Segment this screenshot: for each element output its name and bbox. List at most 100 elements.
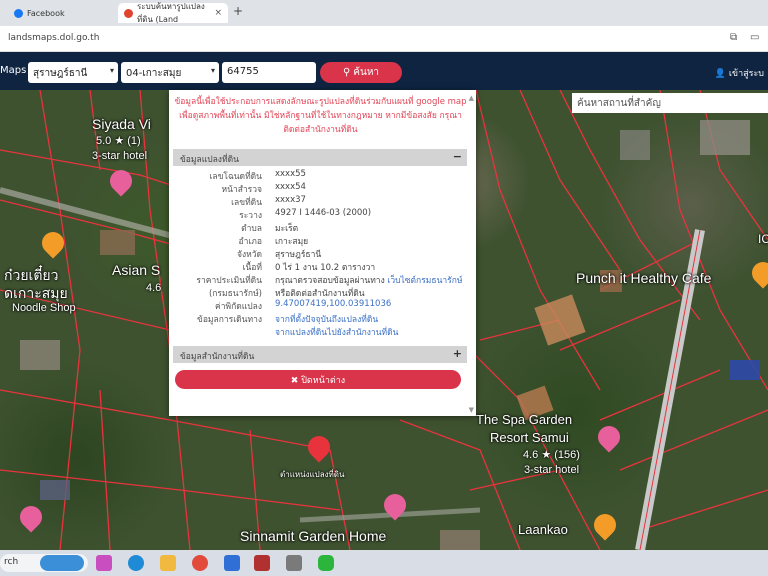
detail-key: ข้อมูลการเดินทาง — [197, 315, 262, 325]
tab-landsmaps[interactable]: ระบบค้นหารูปแปลงที่ดิน (Land × — [118, 2, 228, 24]
detail-row: อำเภอ เกาะสมุย — [173, 234, 467, 247]
parcel-section-header[interactable]: ข้อมูลแปลงที่ดิน − — [173, 149, 467, 166]
facebook-icon — [14, 8, 23, 18]
detail-row: เนื้อที่ 0 ไร่ 1 งาน 10.2 ตารางวา — [173, 260, 467, 273]
detail-row: เลขโฉนดที่ดิน xxxx55 — [173, 169, 467, 182]
directions-to-parcel-link[interactable]: จากที่ตั้งปัจจุบันถึงแปลงที่ดิน — [275, 312, 378, 326]
scroll-down-icon[interactable]: ▼ — [469, 406, 474, 414]
copilot-icon[interactable] — [96, 555, 112, 571]
detail-value: กรุณาตรวจสอบข้อมูลผ่านทาง เว็บไซต์กรมธนา… — [275, 273, 462, 287]
detail-row: ค่าพิกัดแปลง 9.47007419,100.03911036 — [173, 299, 467, 312]
district-value: 04-เกาะสมุย — [126, 68, 182, 79]
line-icon[interactable] — [318, 555, 334, 571]
parcel-number-input[interactable]: 64755 — [222, 62, 316, 83]
detail-key: จังหวัด — [236, 250, 262, 260]
app-toolbar: Maps สุราษฎร์ธานี ▾ 04-เกาะสมุย ▾ 64755 … — [0, 52, 768, 90]
tab-label: Facebook — [27, 8, 65, 18]
province-select[interactable]: สุราษฎร์ธานี ▾ — [28, 62, 118, 83]
detail-row: (กรมธนารักษ์) หรือติดต่อสำนักงานที่ดิน — [173, 286, 467, 299]
detail-key: ตำบล — [241, 224, 262, 234]
detail-key: เนื้อที่ — [242, 263, 262, 273]
detail-row: จังหวัด สุราษฎร์ธานี — [173, 247, 467, 260]
map-pin-icon — [124, 8, 133, 18]
search-icon: ⚲ — [342, 67, 351, 78]
land-office-section-header[interactable]: ข้อมูลสำนักงานที่ดิน + — [173, 346, 467, 363]
detail-key: หน้าสำรวจ — [221, 185, 262, 195]
taskbar-search-text: rch — [4, 557, 19, 567]
detail-value: มะเร็ต — [275, 224, 299, 234]
detail-row: ระวาง 4927 I 1446-03 (2000) — [173, 208, 467, 221]
os-taskbar: rch — [0, 550, 768, 576]
map-label: Resort Samui — [490, 430, 569, 445]
district-select[interactable]: 04-เกาะสมุย ▾ — [121, 62, 219, 83]
landmark-search-input[interactable]: ค้นหาสถานที่สำคัญ — [572, 93, 768, 113]
collapse-icon[interactable]: − — [453, 150, 462, 163]
detail-key: (กรมธนารักษ์) — [208, 289, 262, 299]
close-tab-icon[interactable]: × — [214, 8, 222, 18]
map-label: Laankao — [518, 522, 568, 537]
detail-key: ระวาง — [239, 211, 262, 221]
map-label: 3-star hotel — [524, 464, 580, 476]
detail-row: ตำบล มะเร็ต — [173, 221, 467, 234]
map-label: Sinnamit Garden Home — [240, 528, 387, 544]
window-icon[interactable]: ▭ — [750, 32, 759, 43]
treasury-website-link[interactable]: เว็บไซต์กรมธนารักษ์ — [387, 276, 462, 286]
detail-value-text: กรุณาตรวจสอบข้อมูลผ่านทาง — [275, 276, 388, 286]
detail-value: xxxx37 — [275, 195, 306, 205]
detail-row: เลขที่ดิน xxxx37 — [173, 195, 467, 208]
parcel-number-value: 64755 — [227, 66, 259, 77]
app-brand: Maps — [0, 65, 27, 76]
share-icon[interactable]: ⧉ — [730, 32, 737, 43]
detail-value: 4927 I 1446-03 (2000) — [275, 208, 372, 218]
map-label: Punch it Healthy Cafe — [576, 270, 712, 286]
province-value: สุราษฎร์ธานี — [33, 68, 88, 79]
file-explorer-icon[interactable] — [160, 555, 176, 571]
edge-icon[interactable] — [128, 555, 144, 571]
tab-label: ระบบค้นหารูปแปลงที่ดิน (Land — [137, 2, 205, 24]
detail-value: xxxx54 — [275, 182, 306, 192]
tab-facebook[interactable]: Facebook — [8, 3, 112, 23]
photos-icon[interactable] — [286, 555, 302, 571]
map-label: ตำแหน่งแปลงที่ดิน — [280, 470, 345, 479]
map-label: 5.0 ★ (1) — [96, 135, 141, 147]
section-title: ข้อมูลสำนักงานที่ดิน — [180, 352, 255, 362]
expand-icon[interactable]: + — [453, 347, 462, 360]
detail-value: เกาะสมุย — [275, 237, 309, 247]
browser-tab-bar: Facebook ระบบค้นหารูปแปลงที่ดิน (Land × … — [0, 0, 768, 26]
address-bar: landsmaps.dol.go.th ⧉ ▭ — [0, 26, 768, 52]
map-label: 3-star hotel — [92, 150, 148, 162]
new-tab-button[interactable]: + — [233, 4, 243, 18]
app-icon[interactable] — [254, 555, 270, 571]
map-label: 4.6 ★ (156) — [523, 449, 580, 461]
close-window-button[interactable]: ✖ ปิดหน้าต่าง — [175, 370, 461, 389]
map-label: Siyada Vi — [92, 116, 151, 132]
detail-row: ข้อมูลการเดินทาง จากที่ตั้งปัจจุบันถึงแปล… — [173, 312, 467, 325]
detail-key: ราคาประเมินที่ดิน — [196, 276, 262, 286]
search-button[interactable]: ⚲ ค้นหา — [320, 62, 402, 83]
directions-to-office-link[interactable]: จากแปลงที่ดินไปยังสำนักงานที่ดิน — [275, 325, 398, 339]
url-field[interactable]: landsmaps.dol.go.th — [8, 33, 99, 43]
chevron-down-icon: ▾ — [109, 66, 114, 75]
login-link[interactable]: 👤 เข้าสู่ระบ — [715, 66, 764, 80]
detail-key: เลขที่ดิน — [231, 198, 262, 208]
weather-icon[interactable] — [40, 555, 84, 571]
mail-icon[interactable] — [224, 555, 240, 571]
chrome-icon[interactable] — [192, 555, 208, 571]
parcel-detail-rows: เลขโฉนดที่ดิน xxxx55 หน้าสำรวจ xxxx54 เลขท… — [173, 169, 467, 338]
search-button-label: ค้นหา — [353, 67, 380, 78]
detail-row: หน้าสำรวจ xxxx54 — [173, 182, 467, 195]
detail-row: จากแปลงที่ดินไปยังสำนักงานที่ดิน — [173, 325, 467, 338]
map-label: IC — [758, 232, 768, 246]
disclaimer-notice: ข้อมูลนี้เพื่อใช้ประกอบการแสดงลักษณะรูปแ… — [174, 97, 467, 135]
map-label: 4.6 — [146, 282, 162, 294]
user-icon: 👤 — [714, 69, 726, 79]
detail-value: สุราษฎร์ธานี — [275, 250, 322, 260]
detail-key: อำเภอ — [238, 237, 263, 247]
scroll-up-icon[interactable]: ▲ — [469, 94, 474, 102]
detail-row: ราคาประเมินที่ดิน กรุณาตรวจสอบข้อมูลผ่านท… — [173, 273, 467, 286]
chevron-down-icon: ▾ — [210, 66, 215, 75]
coordinates-link[interactable]: 9.47007419,100.03911036 — [275, 299, 391, 309]
section-title: ข้อมูลแปลงที่ดิน — [180, 155, 239, 165]
parcel-info-popup: ▲ ข้อมูลนี้เพื่อใช้ประกอบการแสดงลักษณะรู… — [169, 90, 476, 416]
map-label: Noodle Shop — [12, 302, 76, 314]
